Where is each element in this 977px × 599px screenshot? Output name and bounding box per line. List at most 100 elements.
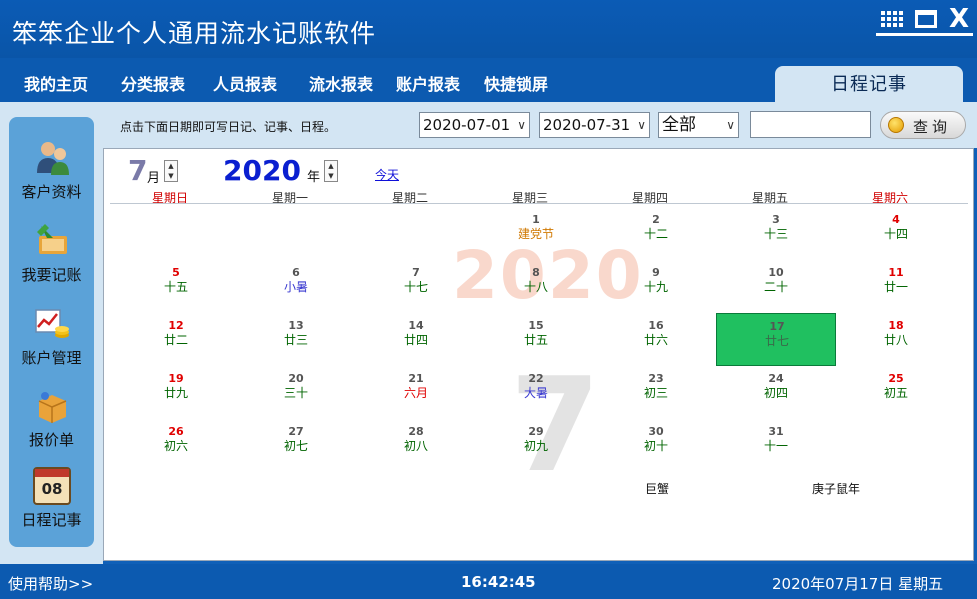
calendar-day[interactable]: 2 十二 (596, 207, 716, 260)
calendar-day[interactable]: 29 初九 (476, 419, 596, 472)
calendar-icon: 08 (33, 467, 71, 505)
calendar-day[interactable]: 9 十九 (596, 260, 716, 313)
category-select[interactable]: 全部 ∨ (658, 112, 739, 138)
today-link[interactable]: 今天 (375, 166, 399, 183)
chevron-up-icon[interactable]: ▲ (165, 161, 177, 171)
lunar-date: 十三 (763, 227, 788, 241)
lunar-date: 十一 (763, 439, 788, 453)
lunar-date: 十二 (643, 227, 668, 241)
calendar-day[interactable]: 13 廿三 (236, 313, 356, 366)
menu-item-staff-report[interactable]: 人员报表 (213, 71, 277, 95)
calendar-day[interactable]: 31 十一 (716, 419, 836, 472)
year-number: 2020 (223, 154, 301, 187)
calendar-day[interactable]: 28 初八 (356, 419, 476, 472)
sidebar-item-quotation[interactable]: 报价单 (9, 387, 94, 467)
title-bar: 笨笨企业个人通用流水记账软件 X (0, 0, 977, 58)
chevron-down-icon: ∨ (517, 118, 526, 132)
lunar-date: 廿六 (643, 333, 668, 347)
calendar-day[interactable]: 1 建党节 (476, 207, 596, 260)
lunar-date: 二十 (763, 280, 788, 294)
sidebar-item-customers[interactable]: 客户资料 (9, 139, 94, 219)
calendar-day[interactable]: 8 十八 (476, 260, 596, 313)
calendar-day[interactable]: 26 初六 (116, 419, 236, 472)
help-link[interactable]: 使用帮助>> (8, 573, 93, 594)
zodiac-sign: 巨蟹 (645, 482, 670, 496)
calendar-day[interactable]: 7 十七 (356, 260, 476, 313)
menu-item-category-report[interactable]: 分类报表 (121, 71, 185, 95)
calendar-day[interactable]: 14 廿四 (356, 313, 476, 366)
lunar-date: 初五 (883, 386, 908, 400)
lunar-date: 廿九 (163, 386, 188, 400)
lunar-date: 初四 (763, 386, 788, 400)
customer-icon (37, 142, 69, 175)
calendar-day[interactable]: 15 廿五 (476, 313, 596, 366)
calendar-day[interactable]: 22 大暑 (476, 366, 596, 419)
sidebar-item-schedule[interactable]: 08 日程记事 (9, 467, 94, 547)
calendar-day[interactable]: 4 十四 (836, 207, 956, 260)
lunar-date: 初三 (643, 386, 668, 400)
sidebar: 客户资料 我要记账 账户管理 报价单 08 日程记事 (9, 117, 94, 547)
lunar-date: 十八 (523, 280, 548, 294)
calendar-day[interactable]: 18 廿八 (836, 313, 956, 366)
calendar-day[interactable]: 23 初三 (596, 366, 716, 419)
package-icon (38, 392, 67, 423)
query-orb-icon (888, 117, 904, 133)
sidebar-item-label: 客户资料 (21, 183, 82, 201)
grid-menu-icon[interactable] (878, 6, 906, 32)
calendar-day[interactable]: 21 六月 (356, 366, 476, 419)
app-title: 笨笨企业个人通用流水记账软件 (12, 19, 377, 48)
account-chart-icon (35, 309, 69, 338)
ganzhi-year: 庚子鼠年 (812, 482, 861, 496)
close-icon[interactable]: X (945, 4, 973, 34)
bookkeeping-icon (37, 224, 67, 254)
lunar-date: 廿一 (883, 280, 908, 294)
lunar-date: 小暑 (283, 280, 308, 294)
calendar-day[interactable]: 3 十三 (716, 207, 836, 260)
calendar-day[interactable]: 25 初五 (836, 366, 956, 419)
month-label: 月 (147, 171, 161, 186)
calendar-day[interactable]: 5 十五 (116, 260, 236, 313)
chevron-up-icon[interactable]: ▲ (325, 161, 337, 171)
search-input[interactable] (750, 111, 871, 138)
menu-item-account-report[interactable]: 账户报表 (396, 71, 460, 95)
app-window: 笨笨企业个人通用流水记账软件 X 我的主页 分类报表 人员报表 流水报表 账户报… (0, 0, 977, 599)
calendar-day[interactable]: 6 小暑 (236, 260, 356, 313)
chevron-down-icon[interactable]: ▼ (325, 171, 337, 181)
calendar-day[interactable]: 10 二十 (716, 260, 836, 313)
status-time: 16:42:45 (461, 573, 536, 591)
lunar-date: 初九 (523, 439, 548, 453)
filter-hint: 点击下面日期即可写日记、记事、日程。 (120, 120, 337, 134)
calendar-day[interactable]: 12 廿二 (116, 313, 236, 366)
menu-item-home[interactable]: 我的主页 (24, 71, 88, 95)
chevron-down-icon: ∨ (726, 118, 735, 132)
lunar-date: 大暑 (523, 386, 548, 400)
calendar-day[interactable]: 11 廿一 (836, 260, 956, 313)
tab-schedule[interactable]: 日程记事 (775, 66, 963, 102)
sidebar-item-bookkeeping[interactable]: 我要记账 (9, 222, 94, 302)
lunar-date: 十九 (643, 280, 668, 294)
status-date: 2020年07月17日 星期五 (772, 575, 944, 593)
year-spinner[interactable]: ▲ ▼ (324, 160, 338, 182)
calendar-day[interactable]: 30 初十 (596, 419, 716, 472)
maximize-icon[interactable] (912, 6, 940, 32)
calendar-day[interactable]: 20 三十 (236, 366, 356, 419)
calendar-day[interactable]: 19 廿九 (116, 366, 236, 419)
start-date-select[interactable]: 2020-07-01 ∨ (419, 112, 530, 138)
lunar-date: 初十 (643, 439, 668, 453)
end-date-select[interactable]: 2020-07-31 ∨ (539, 112, 650, 138)
calendar-day[interactable]: 16 廿六 (596, 313, 716, 366)
calendar-day[interactable]: 17 廿七 (716, 313, 836, 366)
menu-item-lock-screen[interactable]: 快捷锁屏 (484, 71, 548, 95)
chevron-down-icon[interactable]: ▼ (165, 171, 177, 181)
lunar-date: 六月 (403, 386, 428, 400)
menu-item-flow-report[interactable]: 流水报表 (309, 71, 373, 95)
calendar-day[interactable]: 24 初四 (716, 366, 836, 419)
query-button[interactable]: 查询 (880, 111, 966, 139)
month-spinner[interactable]: ▲ ▼ (164, 160, 178, 182)
chevron-down-icon: ∨ (637, 118, 646, 132)
sidebar-item-account-management[interactable]: 账户管理 (9, 305, 94, 385)
sidebar-item-label: 报价单 (28, 431, 74, 449)
lunar-date: 廿八 (883, 333, 908, 347)
calendar-day[interactable]: 27 初七 (236, 419, 356, 472)
year-label: 年 (307, 170, 321, 185)
